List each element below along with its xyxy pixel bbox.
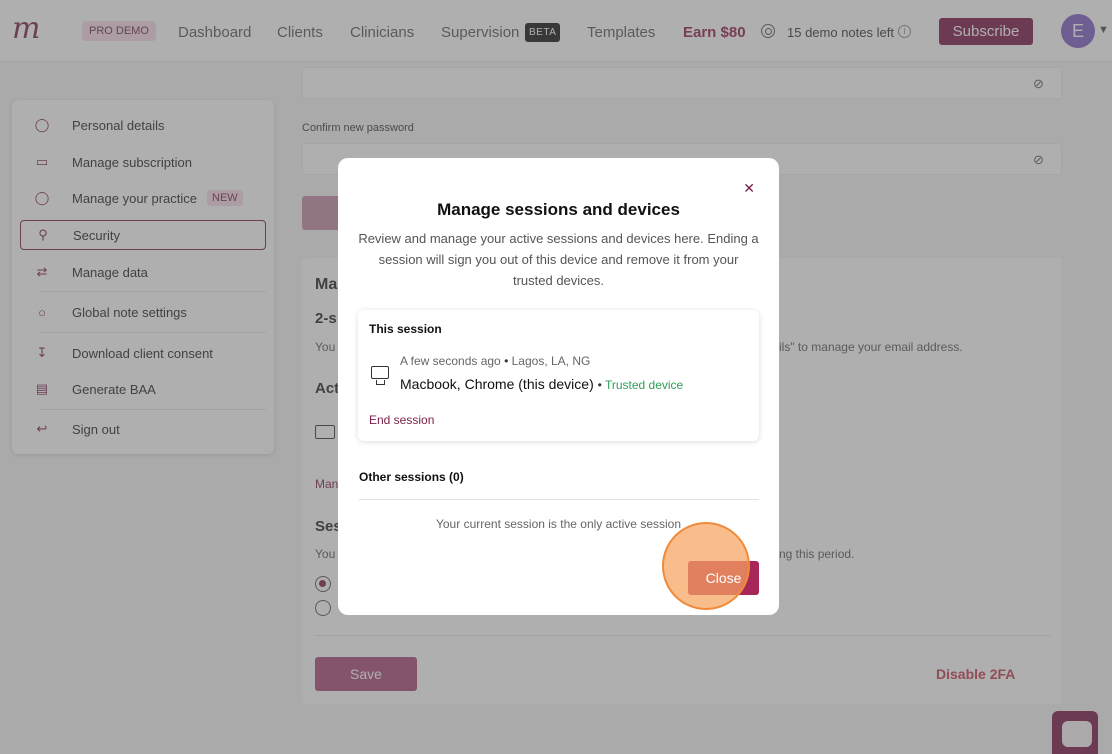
session-meta: A few seconds ago • Lagos, LA, NG: [400, 354, 590, 368]
close-button-label: Close: [705, 570, 742, 586]
this-session-card: This session A few seconds ago • Lagos, …: [358, 310, 759, 441]
separator-dot: •: [597, 378, 605, 392]
click-highlight: [662, 522, 750, 610]
close-icon[interactable]: ✕: [743, 180, 755, 197]
session-device: Macbook, Chrome (this device): [400, 376, 594, 392]
separator-dot: •: [504, 354, 512, 368]
sessions-modal: ✕ Manage sessions and devices Review and…: [338, 158, 779, 615]
this-session-heading: This session: [369, 322, 442, 336]
session-location: Lagos, LA, NG: [511, 354, 591, 368]
close-button[interactable]: Close: [662, 522, 759, 610]
end-session-link[interactable]: End session: [369, 413, 434, 427]
modal-title: Manage sessions and devices: [437, 200, 680, 219]
session-time: A few seconds ago: [400, 354, 501, 368]
monitor-icon: [371, 366, 389, 385]
modal-description: Review and manage your active sessions a…: [358, 231, 759, 288]
other-sessions-divider: [359, 499, 759, 500]
session-device-line: Macbook, Chrome (this device) • Trusted …: [400, 376, 683, 392]
trusted-device-label: Trusted device: [604, 378, 684, 392]
other-sessions-heading: Other sessions (0): [359, 470, 464, 484]
